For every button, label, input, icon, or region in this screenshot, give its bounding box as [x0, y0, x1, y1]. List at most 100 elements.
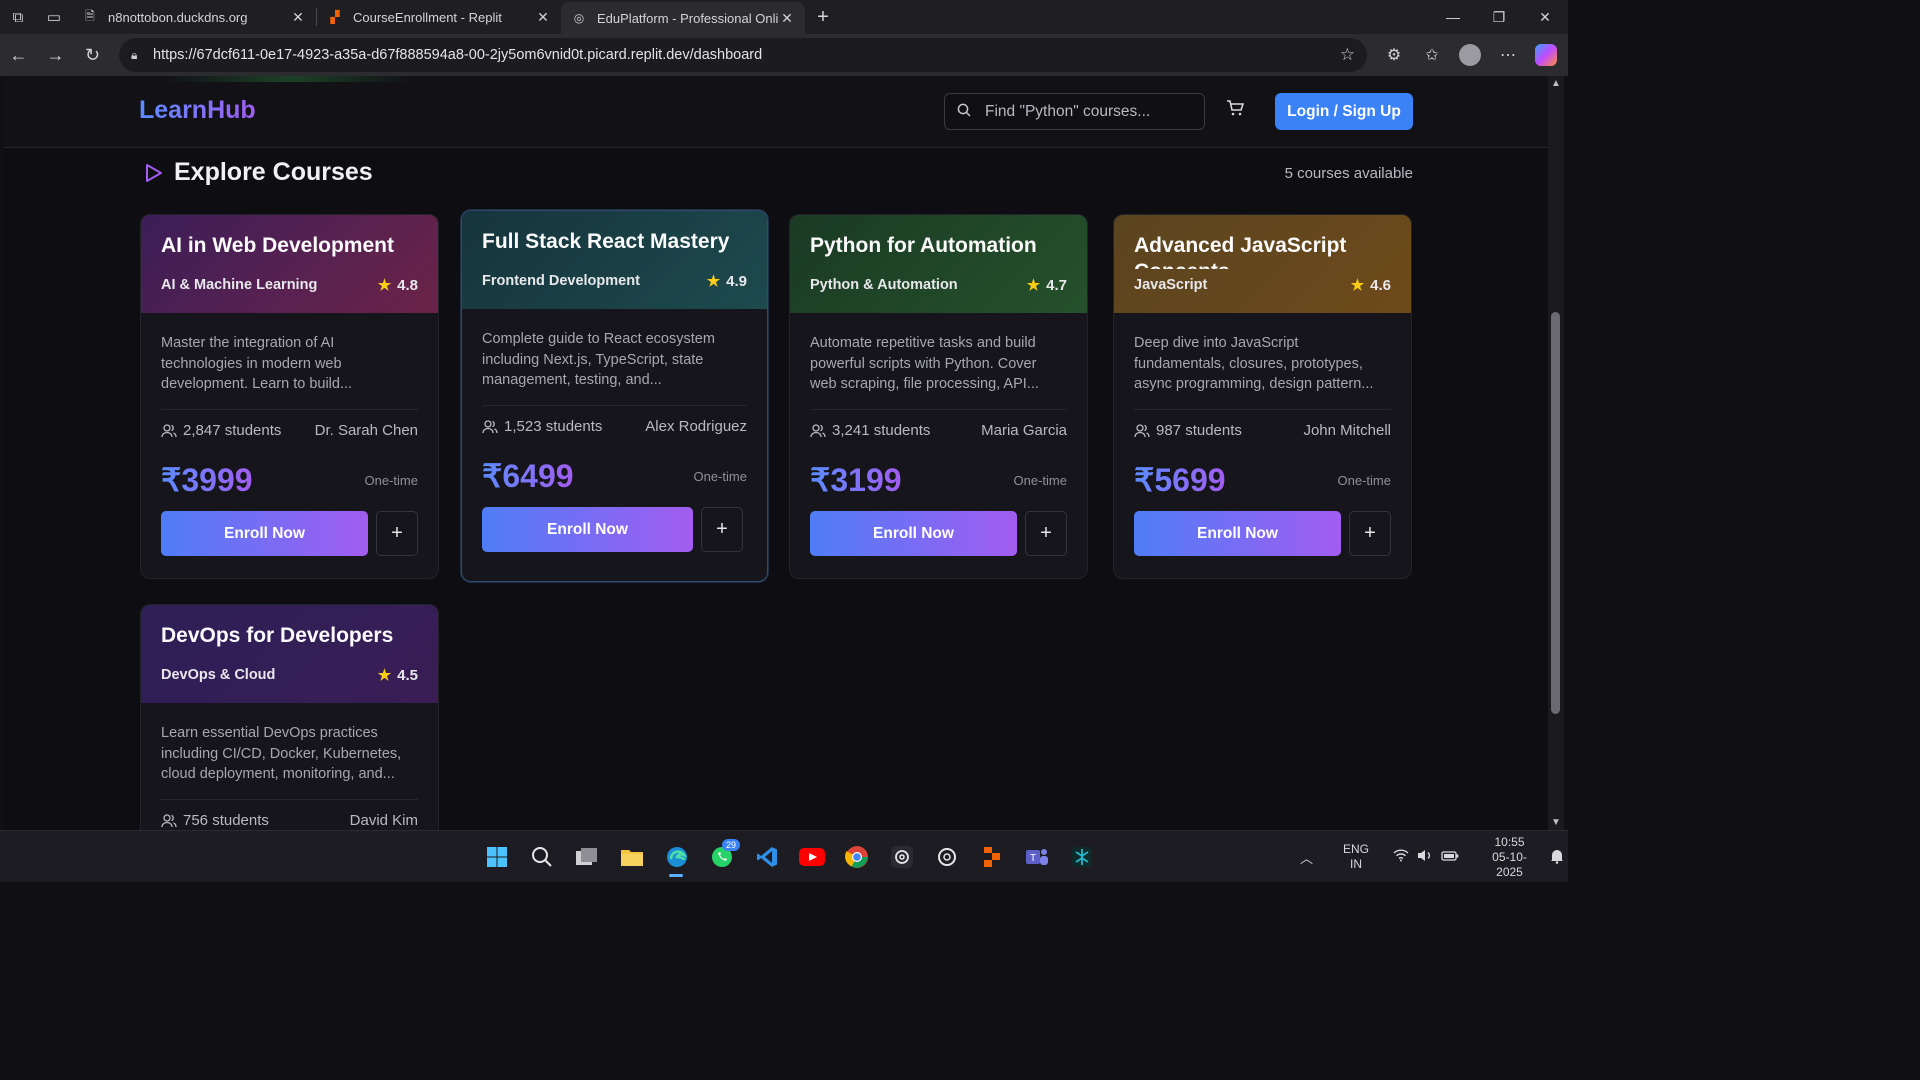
chevron-up-icon[interactable]: ︿: [1300, 848, 1313, 867]
edge-browser-icon[interactable]: [654, 837, 699, 877]
add-to-cart-button[interactable]: +: [1349, 511, 1391, 556]
users-icon: [161, 813, 177, 827]
course-title: DevOps for Developers: [161, 624, 394, 647]
close-icon[interactable]: ✕: [535, 9, 551, 26]
scroll-up-icon[interactable]: ▲: [1548, 78, 1564, 89]
forward-icon[interactable]: →: [37, 34, 74, 76]
site-header: LearnHub Login / Sign Up: [4, 76, 1548, 148]
new-tab-button[interactable]: +: [805, 0, 841, 34]
card-header: Advanced JavaScript Concepts JavaScript …: [1114, 215, 1411, 313]
replit-icon: ▞: [330, 10, 340, 24]
card-header: AI in Web Development AI & Machine Learn…: [141, 215, 438, 313]
close-icon[interactable]: ✕: [779, 10, 795, 27]
course-price: ₹3999: [161, 462, 253, 498]
card-header: DevOps for Developers DevOps & Cloud ★ 4.…: [141, 605, 438, 703]
scrollbar-thumb[interactable]: [1551, 312, 1560, 714]
course-search[interactable]: [944, 93, 1205, 130]
course-rating: ★ 4.9: [707, 272, 747, 291]
openai-icon[interactable]: [924, 837, 969, 877]
close-window-icon[interactable]: ✕: [1522, 0, 1568, 34]
price-row: ₹6499 One-time: [482, 457, 747, 495]
url-text[interactable]: https://67dcf611-0e17-4923-a35a-d67f8885…: [153, 47, 762, 63]
course-card[interactable]: DevOps for Developers DevOps & Cloud ★ 4.…: [140, 604, 439, 830]
enroll-button[interactable]: Enroll Now: [810, 511, 1017, 556]
enroll-button[interactable]: Enroll Now: [161, 511, 368, 556]
edge-icon: ◎: [573, 11, 585, 25]
course-card[interactable]: Advanced JavaScript Concepts JavaScript …: [1113, 214, 1412, 579]
language-code: ENG: [1343, 842, 1370, 856]
vscode-icon[interactable]: [744, 837, 789, 877]
close-icon[interactable]: ✕: [290, 9, 306, 26]
scroll-down-icon[interactable]: ▼: [1548, 817, 1564, 828]
wifi-icon[interactable]: [1393, 849, 1409, 865]
back-icon[interactable]: ←: [0, 34, 37, 76]
course-description: Automate repetitive tasks and build powe…: [810, 335, 1039, 392]
extensions-icon[interactable]: ⚙: [1375, 34, 1413, 76]
price-row: ₹5699 One-time: [1134, 461, 1391, 499]
students-text: 2,847 students: [183, 422, 282, 439]
perplexity-icon[interactable]: [1059, 837, 1104, 877]
header-glow: [164, 76, 414, 82]
course-card[interactable]: AI in Web Development AI & Machine Learn…: [140, 214, 439, 579]
task-view-icon[interactable]: [564, 837, 609, 877]
profile-avatar[interactable]: [1451, 34, 1489, 76]
whatsapp-icon[interactable]: 29: [699, 837, 744, 877]
course-meta: 3,241 students Maria Garcia: [810, 409, 1067, 439]
chrome-icon[interactable]: [834, 837, 879, 877]
site-info-icon[interactable]: 🔒︎: [131, 48, 153, 63]
battery-icon[interactable]: [1441, 850, 1459, 865]
restore-icon[interactable]: ❐: [1476, 0, 1522, 34]
replit-icon[interactable]: [969, 837, 1014, 877]
clock[interactable]: 10:55 05-10-2025: [1483, 835, 1536, 880]
site-logo[interactable]: LearnHub: [139, 96, 256, 125]
students-count: 987 students: [1134, 422, 1242, 439]
vertical-tabs-icon[interactable]: ▭: [36, 0, 72, 34]
refresh-icon[interactable]: ↻: [74, 34, 111, 76]
search-icon[interactable]: [519, 837, 564, 877]
add-to-cart-button[interactable]: +: [701, 507, 743, 552]
youtube-icon[interactable]: [789, 837, 834, 877]
course-meta: 2,847 students Dr. Sarah Chen: [161, 409, 418, 439]
page-scrollbar[interactable]: ▲ ▼: [1548, 76, 1564, 830]
course-price: ₹6499: [482, 458, 574, 494]
language-indicator[interactable]: ENG IN: [1343, 842, 1369, 872]
price-type: One-time: [693, 468, 747, 484]
favorites-icon[interactable]: ✩: [1413, 34, 1451, 76]
active-indicator: [669, 874, 683, 877]
tab-n8n[interactable]: 🗎 n8nottobon.duckdns.org ✕: [72, 0, 316, 34]
course-card[interactable]: Python for Automation Python & Automatio…: [789, 214, 1088, 579]
add-to-cart-button[interactable]: +: [1025, 511, 1067, 556]
date-text: 05-10-2025: [1492, 849, 1527, 879]
tab-eduplatform[interactable]: ◎ EduPlatform - Professional Online ✕: [561, 2, 805, 34]
workspaces-icon[interactable]: ⧉: [0, 0, 36, 34]
users-icon: [482, 419, 498, 433]
students-text: 756 students: [183, 812, 269, 829]
course-meta: 987 students John Mitchell: [1134, 409, 1391, 439]
windows-start-icon[interactable]: [474, 837, 519, 877]
file-explorer-icon[interactable]: [609, 837, 654, 877]
star-icon: ★: [377, 277, 392, 294]
notifications-bell-icon[interactable]: [1550, 848, 1564, 867]
enroll-button[interactable]: Enroll Now: [1134, 511, 1341, 556]
login-signup-button[interactable]: Login / Sign Up: [1275, 93, 1413, 130]
search-input[interactable]: [985, 102, 1195, 121]
teams-icon[interactable]: T: [1014, 837, 1059, 877]
browser-titlebar: ⧉ ▭ 🗎 n8nottobon.duckdns.org ✕ ▞ CourseE…: [0, 0, 1568, 34]
course-title: Python for Automation: [810, 234, 1037, 257]
add-to-cart-button[interactable]: +: [376, 511, 418, 556]
course-card[interactable]: Full Stack React Mastery Frontend Develo…: [461, 210, 768, 582]
copilot-icon[interactable]: [1527, 34, 1565, 76]
enroll-button[interactable]: Enroll Now: [482, 507, 693, 552]
chatgpt-icon[interactable]: [879, 837, 924, 877]
more-options-icon[interactable]: ⋯: [1489, 34, 1527, 76]
minimize-icon[interactable]: —: [1430, 0, 1476, 34]
course-description: Deep dive into JavaScript fundamentals, …: [1134, 335, 1374, 392]
course-description: Complete guide to React ecosystem includ…: [482, 331, 715, 388]
cart-icon[interactable]: [1226, 100, 1245, 121]
favorite-star-icon[interactable]: ☆: [1340, 45, 1355, 65]
copilot-logo: [1535, 44, 1557, 66]
volume-icon[interactable]: [1417, 849, 1433, 865]
tab-replit[interactable]: ▞ CourseEnrollment - Replit ✕: [317, 0, 561, 34]
url-bar[interactable]: 🔒︎ https://67dcf611-0e17-4923-a35a-d67f8…: [119, 38, 1367, 72]
course-rating: ★ 4.8: [377, 276, 418, 295]
